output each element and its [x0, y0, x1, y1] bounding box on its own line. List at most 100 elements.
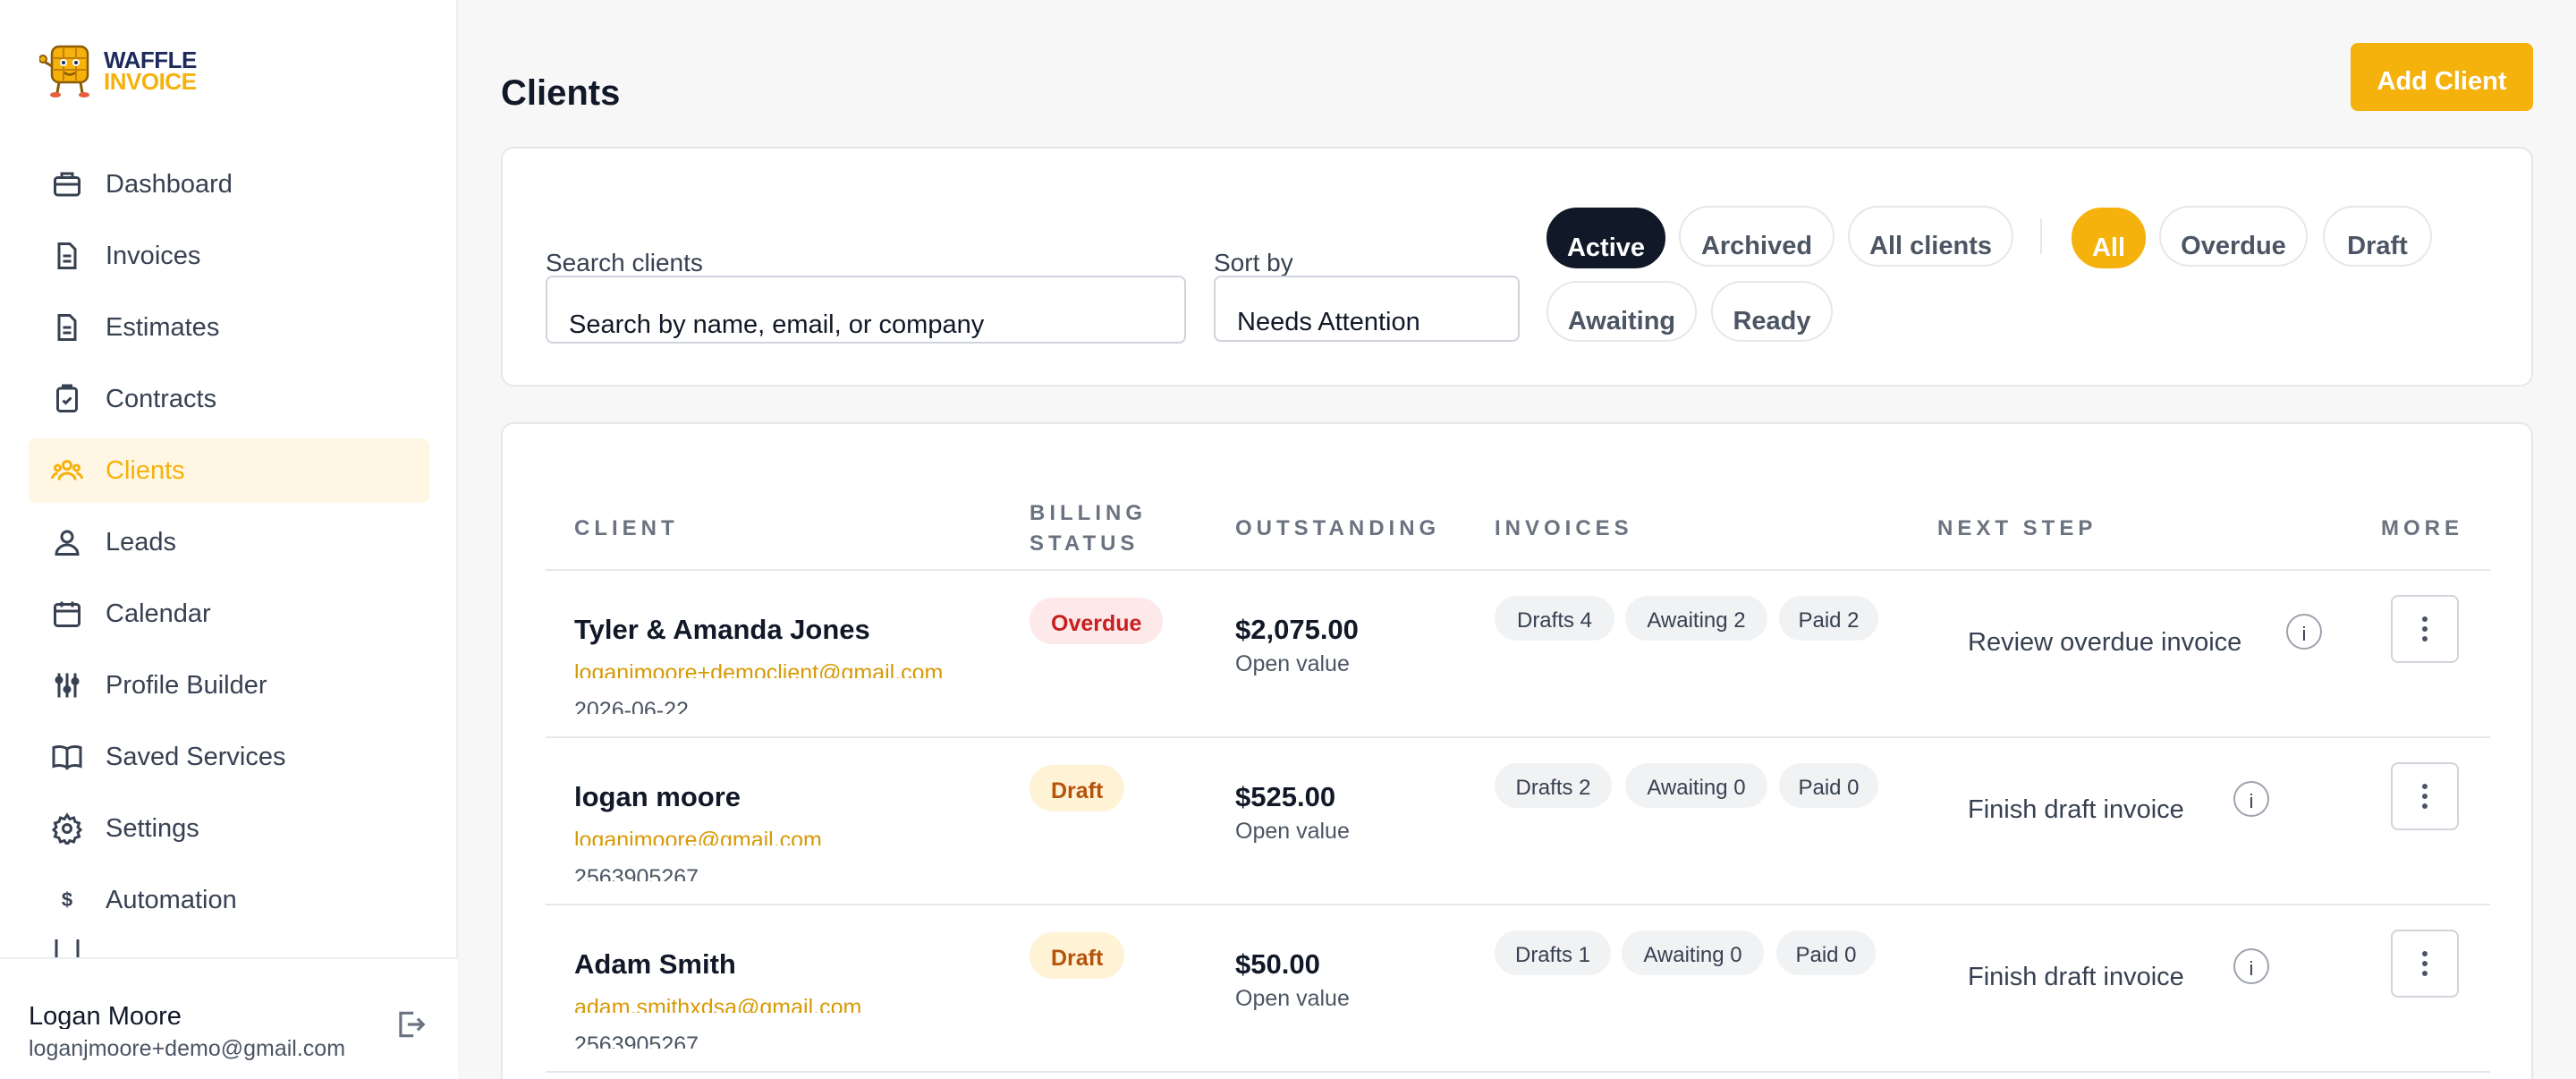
- info-icon[interactable]: i: [2286, 614, 2322, 650]
- row-divider: [546, 904, 2490, 905]
- sliders-icon: [50, 668, 84, 702]
- briefcase-icon: [50, 167, 84, 201]
- pill-ready[interactable]: Ready: [1711, 281, 1833, 342]
- book-icon: [50, 740, 84, 774]
- invoice-chip-paid: Paid 2: [1779, 596, 1878, 641]
- dollar-icon: $: [61, 888, 73, 911]
- client-email[interactable]: loganjmoore+democlient@gmail.com: [574, 660, 943, 678]
- page-title: Clients: [501, 73, 621, 113]
- invoice-chip-awaiting: Awaiting 2: [1625, 596, 1767, 641]
- logo-line-2: INVOICE: [104, 68, 197, 95]
- row-more-button[interactable]: [2391, 930, 2459, 998]
- col-header-outstanding: OUTSTANDING: [1235, 516, 1441, 540]
- col-header-billing-line-1: BILLING: [1030, 501, 1147, 525]
- sidebar-item-invoices[interactable]: Invoices: [29, 224, 429, 288]
- sidebar-item-estimates[interactable]: Estimates: [29, 295, 429, 360]
- status-badge: Draft: [1030, 765, 1125, 811]
- search-field[interactable]: [546, 276, 1186, 344]
- invoice-chip-paid: Paid 0: [1779, 763, 1878, 808]
- pill-active[interactable]: Active: [1546, 208, 1665, 268]
- sidebar-item-label: Clients: [106, 455, 185, 485]
- sidebar-item-label: Saved Services: [106, 742, 286, 771]
- client-name[interactable]: logan moore: [574, 781, 741, 813]
- sidebar-item-label: Dashboard: [106, 169, 233, 199]
- row-divider: [546, 736, 2490, 738]
- client-email[interactable]: adam.smithxdsa@gmail.com: [574, 995, 861, 1013]
- sidebar: WAFFLE INVOICE Dashboard Invoices Estima…: [0, 0, 458, 1079]
- next-step-text: Finish draft invoice: [1968, 795, 2184, 824]
- pill-archived[interactable]: Archived: [1679, 206, 1835, 267]
- sidebar-item-dashboard[interactable]: Dashboard: [29, 152, 429, 217]
- sidebar-item-leads[interactable]: Leads: [29, 510, 429, 574]
- sidebar-item-clients[interactable]: Clients: [29, 438, 429, 503]
- info-icon[interactable]: i: [2233, 781, 2269, 817]
- invoice-chip-paid: Paid 0: [1776, 930, 1876, 975]
- col-header-billing-status: BILLING STATUS: [1030, 498, 1147, 559]
- sidebar-item-profile-builder[interactable]: Profile Builder: [29, 653, 429, 718]
- outstanding-label: Open value: [1235, 651, 1350, 676]
- status-badge: Overdue: [1030, 598, 1164, 644]
- sidebar-item-label: Settings: [106, 813, 199, 843]
- outstanding-amount: $525.00: [1235, 781, 1336, 812]
- sidebar-nav: Dashboard Invoices Estimates Contracts C…: [29, 152, 429, 968]
- client-meta: 2026-06-22: [574, 698, 689, 714]
- pill-awaiting[interactable]: Awaiting: [1546, 281, 1697, 342]
- pill-overdue[interactable]: Overdue: [2159, 206, 2308, 267]
- logout-icon[interactable]: [394, 1007, 428, 1041]
- sidebar-item-settings[interactable]: Settings: [29, 796, 429, 861]
- sidebar-item-label: Contracts: [106, 384, 217, 413]
- gear-icon: [50, 811, 84, 845]
- filter-panel: Search clients Sort by Needs Attention: [501, 147, 2533, 387]
- outstanding-amount: $2,075.00: [1235, 614, 1359, 645]
- outstanding-amount: $50.00: [1235, 948, 1320, 980]
- client-email[interactable]: loganjmoore@gmail.com: [574, 828, 822, 845]
- row-more-button[interactable]: [2391, 762, 2459, 830]
- next-step-text: Finish draft invoice: [1968, 963, 2184, 991]
- waffle-mascot-icon: [39, 45, 89, 98]
- col-header-invoices: INVOICES: [1495, 516, 1633, 540]
- pill-draft[interactable]: Draft: [2323, 206, 2432, 267]
- user-name: Logan Moore: [29, 1002, 182, 1029]
- row-more-button[interactable]: [2391, 595, 2459, 663]
- sidebar-item-label: Invoices: [106, 241, 201, 270]
- search-label: Search clients: [546, 249, 703, 276]
- search-input[interactable]: [547, 277, 1184, 342]
- document-icon: [50, 310, 84, 344]
- status-badge: Draft: [1030, 932, 1125, 979]
- col-header-next-step: NEXT STEP: [1937, 516, 2097, 540]
- user-icon: [50, 525, 84, 559]
- client-meta: 2563905267: [574, 1032, 699, 1049]
- sidebar-item-contracts[interactable]: Contracts: [29, 367, 429, 431]
- next-step-text: Review overdue invoice: [1968, 628, 2242, 657]
- pill-all-clients[interactable]: All clients: [1848, 206, 2013, 267]
- sidebar-item-saved-services[interactable]: Saved Services: [29, 725, 429, 789]
- col-header-billing-line-2: STATUS: [1030, 531, 1140, 556]
- sidebar-item-label: Calendar: [106, 599, 211, 628]
- sidebar-item-calendar[interactable]: Calendar: [29, 582, 429, 646]
- client-name[interactable]: Tyler & Amanda Jones: [574, 614, 870, 646]
- sidebar-item-label: Leads: [106, 527, 177, 556]
- col-header-more: MORE: [2381, 516, 2463, 540]
- invoice-chip-drafts: Drafts 2: [1495, 763, 1612, 808]
- user-panel: Logan Moore loganjmoore+demo@gmail.com: [0, 957, 458, 1079]
- sidebar-item-label: Automation: [106, 885, 237, 914]
- row-divider: [546, 1071, 2490, 1073]
- logo[interactable]: WAFFLE INVOICE: [39, 41, 197, 100]
- users-icon: [50, 454, 84, 488]
- outstanding-label: Open value: [1235, 819, 1350, 844]
- sidebar-item-label: Profile Builder: [106, 670, 267, 700]
- document-icon: [50, 239, 84, 273]
- outstanding-label: Open value: [1235, 986, 1350, 1011]
- info-icon[interactable]: i: [2233, 948, 2269, 984]
- pill-all[interactable]: All: [2072, 208, 2146, 268]
- sidebar-item-label: Estimates: [106, 312, 220, 342]
- client-name[interactable]: Adam Smith: [574, 948, 736, 981]
- sort-select[interactable]: Needs Attention: [1214, 276, 1520, 342]
- sort-label: Sort by: [1214, 249, 1293, 276]
- logo-wordmark: WAFFLE INVOICE: [104, 48, 197, 95]
- invoice-chip-drafts: Drafts 4: [1495, 596, 1614, 641]
- sidebar-item-automation[interactable]: $ Automation: [29, 868, 429, 932]
- clipboard-check-icon: [50, 382, 84, 416]
- user-email: loganjmoore+demo@gmail.com: [29, 1036, 346, 1061]
- add-client-button[interactable]: Add Client: [2351, 43, 2533, 111]
